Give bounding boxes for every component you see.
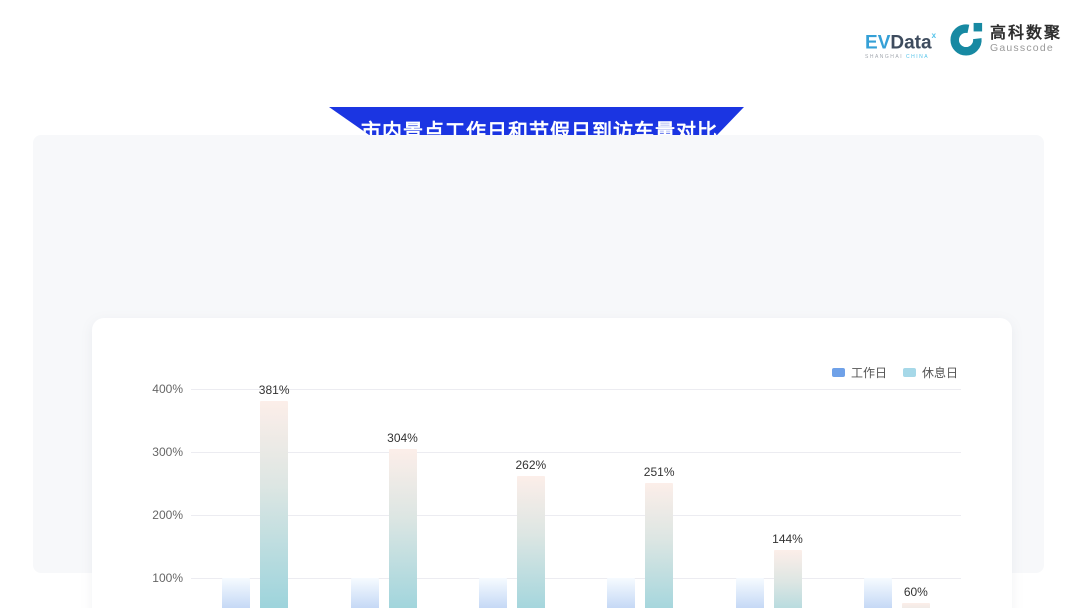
bar-workday — [736, 578, 764, 608]
evdata-logo: EVDataˣ SHANGHAI CHINA — [865, 28, 936, 60]
evdata-wordmark: EVDataˣ — [865, 28, 936, 52]
value-label: 304% — [371, 431, 435, 445]
evdata-sup-x: ˣ — [932, 30, 936, 44]
legend-swatch-restday — [903, 368, 916, 377]
legend-swatch-workday — [832, 368, 845, 377]
chart-legend: 工作日 休息日 — [832, 364, 958, 381]
gridline — [191, 389, 961, 390]
gausscode-mark-icon — [950, 22, 984, 56]
y-tick-label: 200% — [121, 508, 183, 522]
gausscode-text: 高科数聚 Gausscode — [990, 25, 1062, 54]
legend-label-workday: 工作日 — [851, 364, 887, 381]
y-tick-label: 100% — [121, 571, 183, 585]
gausscode-cn-label: 高科数聚 — [990, 25, 1062, 42]
bar-restday — [517, 476, 545, 608]
value-label: 251% — [627, 465, 691, 479]
gridline — [191, 515, 961, 516]
evdata-subtext-china: CHINA — [906, 54, 929, 60]
bar-restday — [389, 449, 417, 608]
gausscode-en-label: Gausscode — [990, 42, 1062, 54]
gausscode-logo: 高科数聚 Gausscode — [950, 22, 1062, 56]
bar-restday — [645, 483, 673, 608]
bar-restday — [902, 603, 930, 608]
bar-workday — [351, 578, 379, 608]
legend-label-restday: 休息日 — [922, 364, 958, 381]
bar-workday — [222, 578, 250, 608]
plot-area: 0%100%200%300%400%381%辰山植物园304%上海欢乐谷262%… — [191, 389, 961, 608]
y-tick-label: 300% — [121, 445, 183, 459]
legend-item-restday[interactable]: 休息日 — [903, 364, 958, 381]
content-panel: 工作日 休息日 0%100%200%300%400%381%辰山植物园304%上… — [33, 135, 1044, 573]
value-label: 144% — [756, 532, 820, 546]
bar-workday — [607, 578, 635, 608]
bar-restday — [774, 550, 802, 608]
evdata-ev-text: EV — [865, 32, 890, 53]
legend-item-workday[interactable]: 工作日 — [832, 364, 887, 381]
value-label: 262% — [499, 458, 563, 472]
bar-restday — [260, 401, 288, 608]
gridline — [191, 578, 961, 579]
bar-workday — [479, 578, 507, 608]
header-logos: EVDataˣ SHANGHAI CHINA 高科数聚 Gausscode — [865, 22, 1062, 60]
evdata-data-text: Data — [890, 32, 931, 53]
gridline — [191, 452, 961, 453]
chart-card: 工作日 休息日 0%100%200%300%400%381%辰山植物园304%上… — [92, 318, 1012, 608]
evdata-subtext: SHANGHAI CHINA — [865, 54, 929, 60]
y-tick-label: 400% — [121, 382, 183, 396]
evdata-subtext-shanghai: SHANGHAI — [865, 54, 903, 60]
value-label: 60% — [884, 585, 948, 599]
value-label: 381% — [242, 383, 306, 397]
